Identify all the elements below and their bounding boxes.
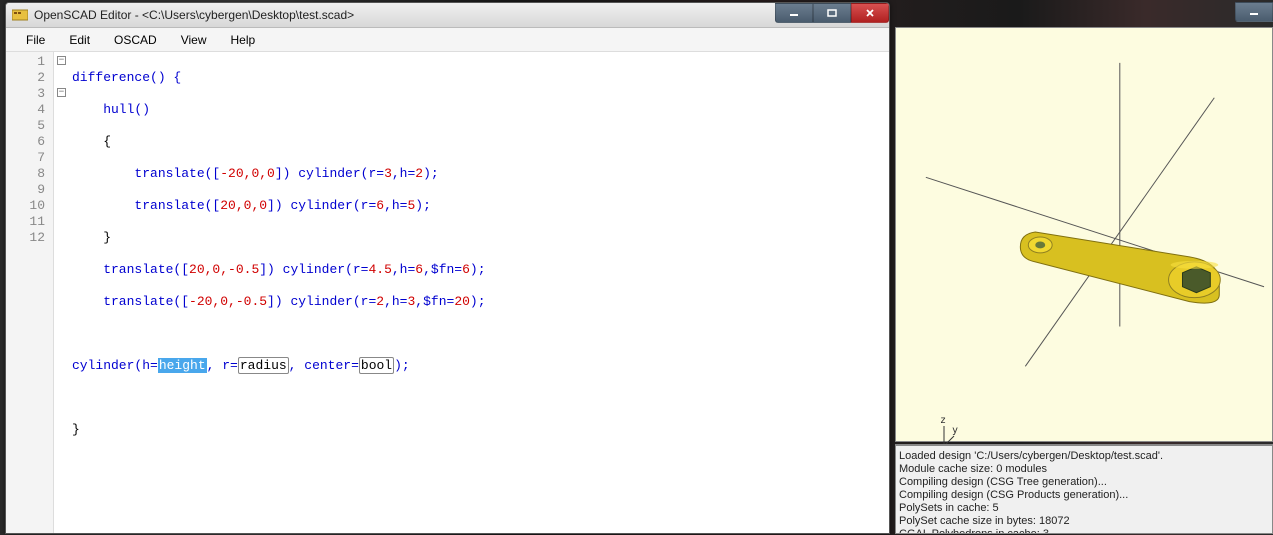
code-token: ]) cylinder(r= [267, 294, 376, 309]
code-number: 4.5 [368, 262, 391, 277]
3d-viewport[interactable]: z y x [895, 27, 1273, 442]
code-number: 20 [454, 294, 470, 309]
minimize-button[interactable] [775, 3, 813, 23]
line-number: 12 [6, 230, 45, 246]
line-number: 4 [6, 102, 45, 118]
code-number: 6 [462, 262, 470, 277]
maximize-button[interactable] [813, 3, 851, 23]
menu-help[interactable]: Help [219, 29, 268, 51]
code-number: 6 [415, 262, 423, 277]
code-editor[interactable]: 1 2 3 4 5 6 7 8 9 10 11 12 − − differenc… [6, 52, 889, 533]
code-number: 20,0,-0.5 [189, 262, 259, 277]
code-token: ,h= [392, 262, 415, 277]
code-number: 3 [384, 166, 392, 181]
line-number: 2 [6, 70, 45, 86]
line-number: 5 [6, 118, 45, 134]
code-token: , center= [289, 358, 359, 373]
code-number: -20,0,0 [220, 166, 275, 181]
line-number: 10 [6, 198, 45, 214]
editor-window: OpenSCAD Editor - <C:\Users\cybergen\Des… [5, 2, 890, 534]
placeholder: bool [359, 357, 394, 374]
code-token: hull() [72, 102, 150, 117]
code-token: ); [470, 262, 486, 277]
app-icon [12, 8, 28, 22]
3d-scene [896, 28, 1272, 441]
code-area[interactable]: difference() { hull() { translate([-20,0… [54, 52, 889, 533]
placeholder: radius [238, 357, 289, 374]
code-token: } [72, 422, 80, 437]
menu-file[interactable]: File [14, 29, 57, 51]
code-token: ); [394, 358, 410, 373]
line-number: 11 [6, 214, 45, 230]
code-token: translate([ [72, 166, 220, 181]
menu-edit[interactable]: Edit [57, 29, 102, 51]
code-token: ]) cylinder(r= [267, 198, 376, 213]
menu-view[interactable]: View [169, 29, 219, 51]
code-token: ); [423, 166, 439, 181]
code-token: { [72, 134, 111, 149]
code-token: ,h= [392, 166, 415, 181]
console-line: Module cache size: 0 modules [899, 463, 1269, 476]
line-number: 1 [6, 54, 45, 70]
window-title: OpenSCAD Editor - <C:\Users\cybergen\Des… [34, 8, 354, 22]
line-number: 6 [6, 134, 45, 150]
close-button[interactable] [851, 3, 889, 23]
axis-z-label: z [940, 415, 946, 426]
code-token: ); [470, 294, 486, 309]
code-token: } [72, 230, 111, 245]
console-line: Compiling design (CSG Tree generation)..… [899, 476, 1269, 489]
preview-pane: z y x Loaded design 'C:/Users/cybergen/D… [895, 2, 1273, 534]
menu-bar: File Edit OSCAD View Help [6, 28, 889, 52]
line-number: 9 [6, 182, 45, 198]
console-line: Compiling design (CSG Products generatio… [899, 489, 1269, 502]
console-line: Loaded design 'C:/Users/cybergen/Desktop… [899, 450, 1269, 463]
line-number-gutter: 1 2 3 4 5 6 7 8 9 10 11 12 − − [6, 52, 54, 533]
console-line: PolySets in cache: 5 [899, 502, 1269, 515]
code-token: translate([ [72, 198, 220, 213]
code-token: ,$fn= [423, 262, 462, 277]
console-output[interactable]: Loaded design 'C:/Users/cybergen/Desktop… [895, 444, 1273, 534]
code-token: translate([ [72, 262, 189, 277]
code-token: ,h= [384, 294, 407, 309]
code-number: 6 [376, 198, 384, 213]
code-token: difference() { [72, 70, 181, 85]
code-token: ,h= [384, 198, 407, 213]
code-number: 2 [415, 166, 423, 181]
code-token: cylinder(h= [72, 358, 158, 373]
menu-oscad[interactable]: OSCAD [102, 29, 169, 51]
code-token: , r= [207, 358, 238, 373]
line-number: 7 [6, 150, 45, 166]
selected-placeholder: height [158, 358, 207, 373]
minimize-button[interactable] [1235, 2, 1273, 22]
title-bar[interactable]: OpenSCAD Editor - <C:\Users\cybergen\Des… [6, 3, 889, 28]
code-number: 20,0,0 [220, 198, 267, 213]
code-number: -20,0,-0.5 [189, 294, 267, 309]
console-line: CGAL Polyhedrons in cache: 3 [899, 528, 1269, 534]
code-number: 2 [376, 294, 384, 309]
fold-toggle-icon[interactable]: − [57, 88, 66, 97]
code-token: ]) cylinder(r= [275, 166, 384, 181]
line-number: 3 [6, 86, 45, 102]
code-token: ]) cylinder(r= [259, 262, 368, 277]
code-token: ,$fn= [415, 294, 454, 309]
fold-toggle-icon[interactable]: − [57, 56, 66, 65]
code-token: translate([ [72, 294, 189, 309]
line-number: 8 [6, 166, 45, 182]
console-line: PolySet cache size in bytes: 18072 [899, 515, 1269, 528]
code-token: ); [415, 198, 431, 213]
axis-y-label: y [952, 425, 958, 436]
